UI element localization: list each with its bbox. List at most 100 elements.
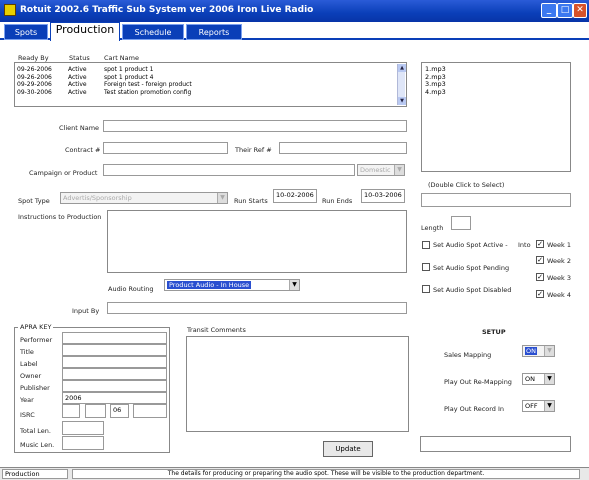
- tab-schedule[interactable]: Schedule: [122, 24, 184, 40]
- instructions-label: Instructions to Production: [18, 213, 102, 221]
- campaign-label: Campaign or Product: [29, 169, 98, 177]
- spot-list[interactable]: 09-26-2006 Active spot 1 product 1 09-26-2…: [14, 62, 407, 107]
- total-len-label: Total Len.: [20, 427, 51, 435]
- run-ends-input[interactable]: 10-03-2006: [361, 189, 405, 203]
- contract-label: Contract #: [65, 146, 101, 154]
- sales-mapping-label: Sales Mapping: [444, 351, 492, 359]
- window-title: Rotuit 2002.6 Traffic Sub System ver 200…: [20, 5, 314, 15]
- status-section: Production: [2, 469, 68, 479]
- chevron-down-icon: ▼: [544, 374, 554, 384]
- week1-checkbox[interactable]: ✓: [536, 240, 544, 248]
- total-len-input[interactable]: [62, 421, 104, 435]
- label-input[interactable]: [62, 356, 167, 368]
- title-label: Title: [20, 348, 34, 356]
- minimize-button[interactable]: _: [541, 3, 557, 18]
- set-disabled-label: Set Audio Spot Disabled: [433, 286, 512, 294]
- owner-input[interactable]: [62, 368, 167, 380]
- year-input[interactable]: 2006: [62, 392, 167, 404]
- list-item[interactable]: 1.mp3: [425, 65, 570, 74]
- status-message: The details for producing or preparing t…: [72, 469, 580, 479]
- tab-reports[interactable]: Reports: [186, 24, 242, 40]
- scroll-up-icon[interactable]: ▲: [398, 64, 406, 72]
- tab-strip: Spots Production Schedule Reports: [0, 22, 589, 41]
- client-name-input[interactable]: [103, 120, 407, 132]
- tab-spots[interactable]: Spots: [4, 24, 48, 40]
- setup-title: SETUP: [482, 328, 506, 336]
- play-record-select[interactable]: OFF ▼: [522, 400, 555, 412]
- transit-comments-textarea[interactable]: [186, 336, 409, 432]
- isrc-part3-input[interactable]: 06: [110, 404, 129, 418]
- set-disabled-checkbox[interactable]: [422, 285, 430, 293]
- list-scrollbar[interactable]: ▲ ▼: [397, 64, 406, 105]
- isrc-label: ISRC: [20, 411, 35, 419]
- run-starts-label: Run Starts: [234, 197, 268, 205]
- chevron-down-icon: ▼: [394, 165, 404, 175]
- into-label: Into: [518, 241, 531, 249]
- double-click-hint: (Double Click to Select): [428, 181, 505, 189]
- play-remapping-label: Play Out Re-Mapping: [444, 378, 512, 386]
- week4-checkbox[interactable]: ✓: [536, 290, 544, 298]
- list-item[interactable]: 2.mp3: [425, 73, 570, 82]
- spot-type-select[interactable]: Advertis/Sponsorship ▼: [60, 192, 228, 204]
- chevron-down-icon: ▼: [217, 193, 227, 203]
- col-cart-name: Cart Name: [104, 54, 139, 62]
- play-record-label: Play Out Record In: [444, 405, 505, 413]
- week4-label: Week 4: [547, 291, 572, 299]
- set-active-checkbox[interactable]: [422, 241, 430, 249]
- list-item[interactable]: 09-26-2006 Active spot 1 product 1: [17, 66, 406, 74]
- week3-checkbox[interactable]: ✓: [536, 273, 544, 281]
- spot-type-label: Spot Type: [18, 197, 50, 205]
- performer-input[interactable]: [62, 332, 167, 344]
- app-icon: [4, 4, 16, 16]
- audio-routing-label: Audio Routing: [108, 285, 154, 293]
- set-active-label: Set Audio Spot Active -: [433, 241, 508, 249]
- col-status: Status: [69, 54, 90, 62]
- week3-label: Week 3: [547, 274, 572, 282]
- input-by-label: Input By: [72, 307, 100, 315]
- close-button[interactable]: ✕: [573, 3, 587, 18]
- campaign-input[interactable]: [103, 164, 355, 176]
- tab-production[interactable]: Production: [50, 22, 120, 41]
- their-ref-input[interactable]: [279, 142, 407, 154]
- performer-label: Performer: [20, 336, 53, 344]
- selected-file-input[interactable]: [421, 193, 571, 207]
- audio-file-list[interactable]: 1.mp3 2.mp3 3.mp3 4.mp3: [421, 62, 571, 172]
- list-item[interactable]: 09-30-2006 Active Test station promotion c…: [17, 89, 406, 97]
- set-pending-checkbox[interactable]: [422, 263, 430, 271]
- instructions-textarea[interactable]: [107, 210, 407, 273]
- sales-mapping-select[interactable]: ON ▼: [522, 345, 555, 357]
- publisher-label: Publisher: [20, 384, 50, 392]
- label-label: Label: [20, 360, 38, 368]
- list-item[interactable]: 3.mp3: [425, 80, 570, 89]
- length-input[interactable]: [451, 216, 471, 230]
- isrc-part2-input[interactable]: [85, 404, 106, 418]
- contract-input[interactable]: [103, 142, 228, 154]
- domestic-select[interactable]: Domestic ▼: [357, 164, 405, 176]
- audio-routing-select[interactable]: Product Audio - In House ▼: [164, 279, 300, 291]
- list-item[interactable]: 09-29-2006 Active Foreign test - foreign p…: [17, 81, 406, 89]
- maximize-button[interactable]: □: [557, 3, 573, 18]
- transit-comments-label: Transit Comments: [187, 326, 246, 334]
- run-ends-label: Run Ends: [322, 197, 353, 205]
- client-name-label: Client Name: [59, 124, 100, 132]
- music-len-label: Music Len.: [20, 441, 55, 449]
- list-item[interactable]: 09-26-2006 Active spot 1 product 4: [17, 74, 406, 82]
- status-bar: Production The details for producing or …: [0, 467, 589, 480]
- col-ready-by: Ready By: [18, 54, 49, 62]
- run-starts-input[interactable]: 10-02-2006: [273, 189, 317, 203]
- play-remapping-select[interactable]: ON ▼: [522, 373, 555, 385]
- list-item[interactable]: 4.mp3: [425, 88, 570, 97]
- isrc-part4-input[interactable]: [133, 404, 167, 418]
- music-len-input[interactable]: [62, 436, 104, 450]
- publisher-input[interactable]: [62, 380, 167, 392]
- chevron-down-icon: ▼: [544, 401, 554, 411]
- chevron-down-icon: ▼: [289, 280, 299, 290]
- week2-checkbox[interactable]: ✓: [536, 256, 544, 264]
- update-button[interactable]: Update: [323, 441, 373, 457]
- isrc-part1-input[interactable]: [62, 404, 80, 418]
- scroll-down-icon[interactable]: ▼: [398, 97, 406, 105]
- title-input[interactable]: [62, 344, 167, 356]
- title-bar: Rotuit 2002.6 Traffic Sub System ver 200…: [0, 0, 589, 22]
- week2-label: Week 2: [547, 257, 572, 265]
- input-by-input[interactable]: [107, 302, 407, 314]
